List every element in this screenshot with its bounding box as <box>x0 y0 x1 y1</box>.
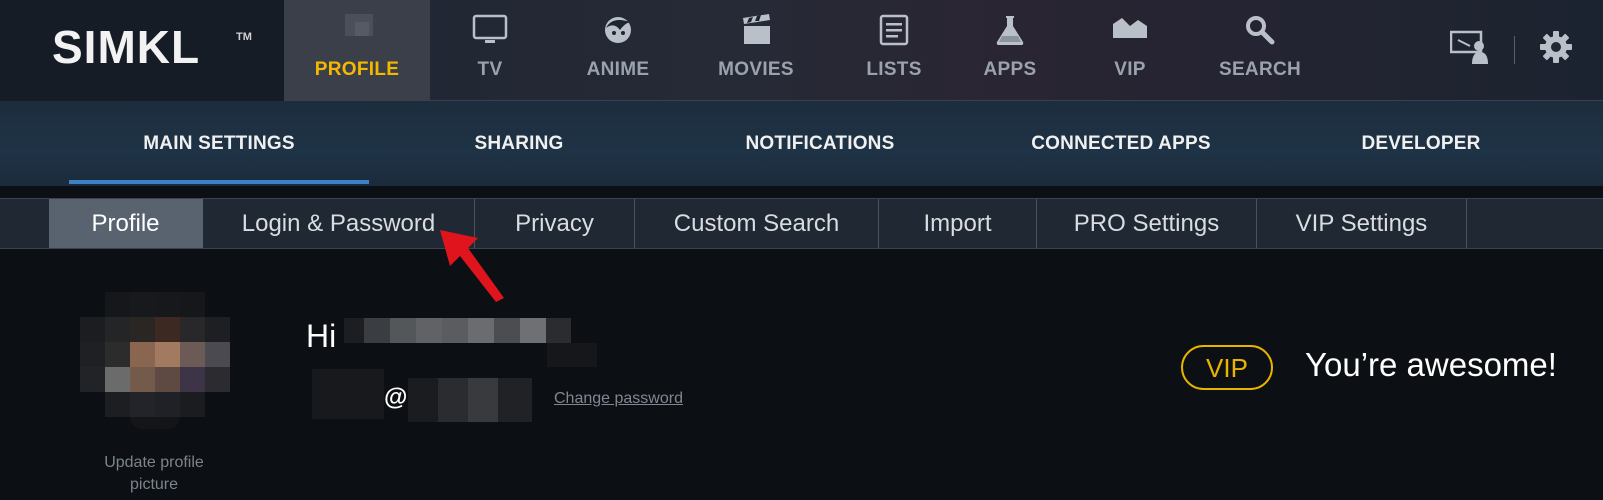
greeting: Hi <box>306 318 337 354</box>
profile-icon <box>337 14 377 50</box>
nav-item-apps[interactable]: APPS <box>970 0 1050 101</box>
subtab-pro-settings[interactable]: PRO Settings <box>1037 199 1257 248</box>
sub-tabs: Profile Login & Password Privacy Custom … <box>0 198 1603 249</box>
presentation-icon[interactable] <box>1449 28 1490 71</box>
logo-trademark: TM <box>236 31 252 43</box>
subtab-login-password[interactable]: Login & Password <box>203 199 475 248</box>
active-tab-indicator <box>69 180 369 184</box>
subtab-custom-search[interactable]: Custom Search <box>635 199 879 248</box>
apps-icon <box>990 14 1030 50</box>
tab-connected-apps[interactable]: CONNECTED APPS <box>971 101 1271 186</box>
subtab-profile[interactable]: Profile <box>49 199 203 248</box>
lists-icon <box>874 14 914 50</box>
gear-icon[interactable] <box>1539 30 1573 69</box>
nav-item-lists[interactable]: LISTS <box>854 0 934 101</box>
username-redacted <box>344 318 571 343</box>
settings-tabs: MAIN SETTINGS SHARING NOTIFICATIONS CONN… <box>0 101 1603 186</box>
nav-item-search[interactable]: SEARCH <box>1210 0 1310 101</box>
nav-label-anime: ANIME <box>586 59 650 80</box>
nav-item-profile[interactable]: PROFILE <box>284 0 430 101</box>
search-icon <box>1240 14 1280 50</box>
tab-notifications[interactable]: NOTIFICATIONS <box>670 101 970 186</box>
vip-message: You’re awesome! <box>1305 346 1557 383</box>
nav-label-lists: LISTS <box>866 59 922 80</box>
logo[interactable]: SIMKL TM <box>0 0 284 101</box>
header-divider <box>1514 36 1515 64</box>
avatar[interactable] <box>80 292 230 437</box>
change-password-link[interactable]: Change password <box>554 391 683 407</box>
tv-icon <box>470 14 510 50</box>
nav-label-profile: PROFILE <box>314 59 400 80</box>
nav-label-apps: APPS <box>983 59 1037 80</box>
vip-icon <box>1110 14 1150 50</box>
email-redacted-domain <box>408 378 532 422</box>
logo-text: SIMKL <box>52 21 201 73</box>
nav-item-anime[interactable]: ANIME <box>573 0 663 101</box>
email-at-sign: @ <box>384 384 408 411</box>
nav-item-vip[interactable]: VIP <box>1090 0 1170 101</box>
top-navigation: SIMKL TM PROFILE TV ANIME MOVIES LISTS A… <box>0 0 1603 101</box>
tab-developer[interactable]: DEVELOPER <box>1271 101 1571 186</box>
anime-icon <box>598 14 638 50</box>
movies-icon <box>736 14 776 50</box>
vip-badge: VIP <box>1181 345 1273 390</box>
username-redacted-tail <box>547 343 597 367</box>
nav-label-search: SEARCH <box>1218 59 1302 80</box>
nav-label-tv: TV <box>477 59 503 80</box>
tab-sharing[interactable]: SHARING <box>369 101 669 186</box>
tab-main-settings[interactable]: MAIN SETTINGS <box>69 101 369 186</box>
email-redacted-start <box>312 369 384 419</box>
nav-item-movies[interactable]: MOVIES <box>706 0 806 101</box>
nav-label-vip: VIP <box>1114 59 1146 80</box>
annotation-arrow-icon <box>440 230 504 302</box>
nav-item-tv[interactable]: TV <box>450 0 530 101</box>
subtab-vip-settings[interactable]: VIP Settings <box>1257 199 1467 248</box>
subtab-import[interactable]: Import <box>879 199 1037 248</box>
nav-label-movies: MOVIES <box>718 59 794 80</box>
update-profile-picture-link[interactable]: Update profile picture <box>82 452 226 496</box>
